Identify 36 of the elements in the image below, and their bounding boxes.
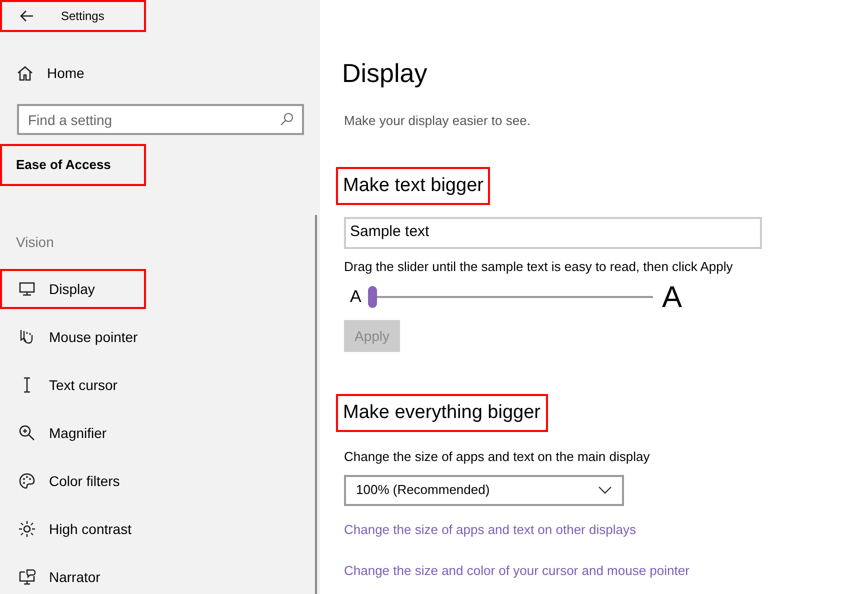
group-label: Vision <box>15 233 55 252</box>
scrollbar[interactable] <box>315 215 317 594</box>
home-icon <box>16 64 34 82</box>
slider[interactable] <box>368 288 653 306</box>
nav-item[interactable]: Color filters <box>0 457 320 505</box>
nav-item[interactable]: High contrast <box>0 505 320 553</box>
link[interactable]: Change the size of apps and text on other displays <box>344 520 636 539</box>
dropdown-label: Change the size of apps and text on the main display <box>344 448 650 466</box>
scale-dropdown[interactable]: 100% (Recommended) <box>344 474 624 506</box>
search-field[interactable]: Find a setting <box>17 104 304 135</box>
chevron-down-icon <box>598 486 612 494</box>
section-heading: Make everything bigger <box>336 394 548 432</box>
speech-monitor-icon <box>18 568 36 586</box>
section-heading: Make text bigger <box>336 166 490 204</box>
search-icon <box>280 112 294 126</box>
magnifier-icon <box>18 424 36 442</box>
slider-thumb[interactable] <box>368 286 377 308</box>
nav-item[interactable]: Mouse pointer <box>0 313 320 361</box>
large-a-label: A <box>662 280 682 316</box>
page-title: Display <box>342 57 428 89</box>
nav-item[interactable]: Display <box>0 269 146 309</box>
page-subtitle: Make your display easier to see. <box>344 112 530 130</box>
instruction-text: Drag the slider until the sample text is easy to read, then click Apply <box>344 258 733 276</box>
window-title: Settings <box>61 8 104 25</box>
category-heading: Ease of Access <box>0 144 146 186</box>
sample-text-field[interactable]: Sample text <box>344 216 762 248</box>
palette-icon <box>18 472 36 490</box>
sun-icon <box>18 520 36 538</box>
monitor-icon <box>18 280 36 298</box>
nav-item[interactable]: Text cursor <box>0 361 320 409</box>
small-a-label: A <box>350 286 362 308</box>
home-link[interactable]: Home <box>0 49 320 97</box>
back-arrow-icon <box>20 10 34 22</box>
nav-item[interactable]: Magnifier <box>0 409 320 457</box>
link[interactable]: Change the size and color of your cursor and mouse pointer <box>344 561 690 580</box>
nav-item[interactable]: Narrator <box>0 553 320 594</box>
